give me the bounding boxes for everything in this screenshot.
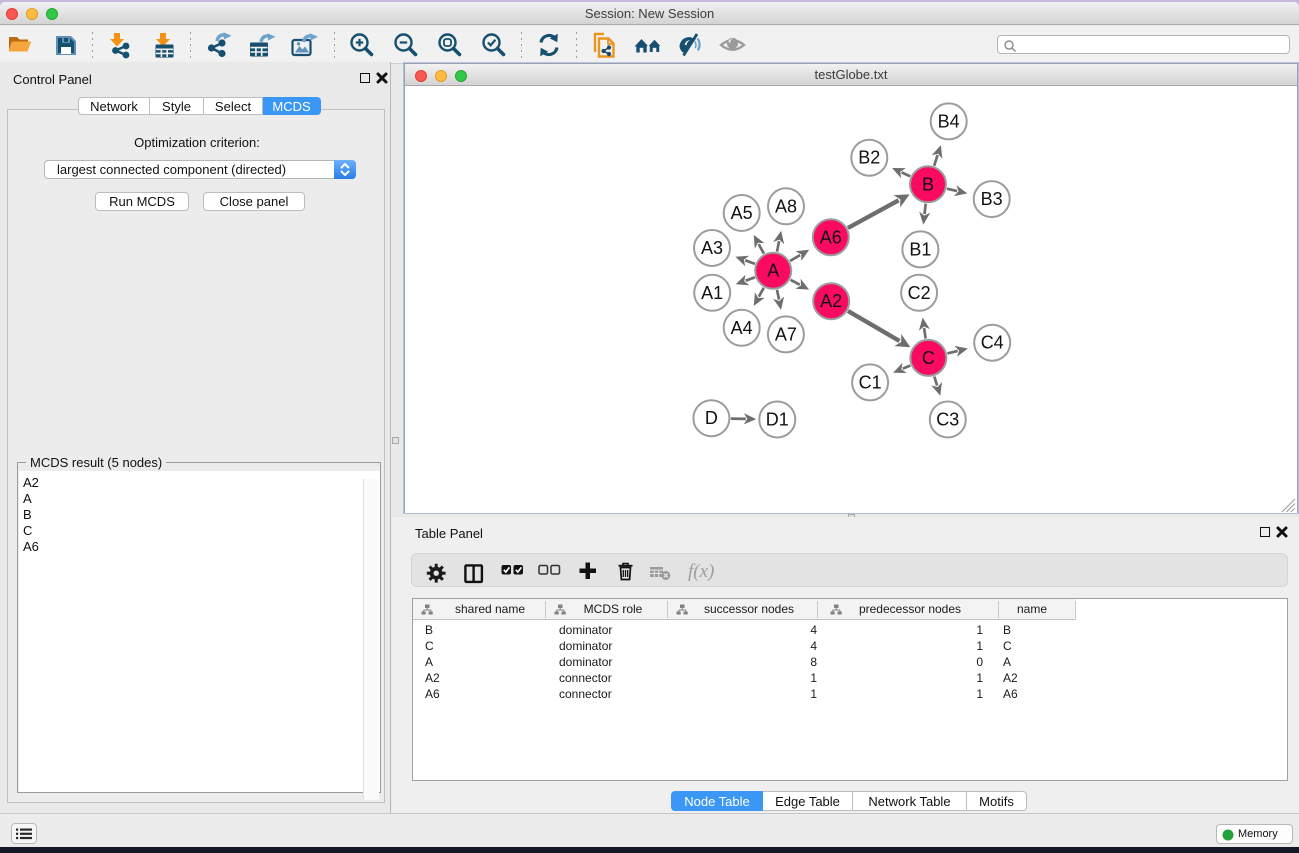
svg-text:C3: C3: [936, 410, 959, 430]
svg-text:D: D: [705, 408, 718, 428]
svg-text:B4: B4: [938, 111, 960, 131]
svg-text:A: A: [767, 261, 779, 281]
svg-text:A7: A7: [775, 324, 797, 344]
svg-text:C4: C4: [981, 333, 1004, 353]
svg-text:C: C: [922, 348, 935, 368]
svg-text:C2: C2: [908, 283, 931, 303]
svg-text:A8: A8: [775, 196, 797, 216]
svg-text:B3: B3: [981, 189, 1003, 209]
svg-text:C1: C1: [859, 372, 882, 392]
svg-text:A6: A6: [820, 227, 842, 247]
svg-text:A2: A2: [820, 291, 842, 311]
svg-text:A3: A3: [701, 238, 723, 258]
svg-text:A5: A5: [731, 203, 753, 223]
svg-text:B2: B2: [858, 148, 880, 168]
svg-text:D1: D1: [766, 410, 789, 430]
svg-text:B: B: [922, 174, 934, 194]
svg-text:A4: A4: [731, 318, 753, 338]
svg-text:A1: A1: [701, 283, 723, 303]
svg-text:B1: B1: [909, 239, 931, 259]
